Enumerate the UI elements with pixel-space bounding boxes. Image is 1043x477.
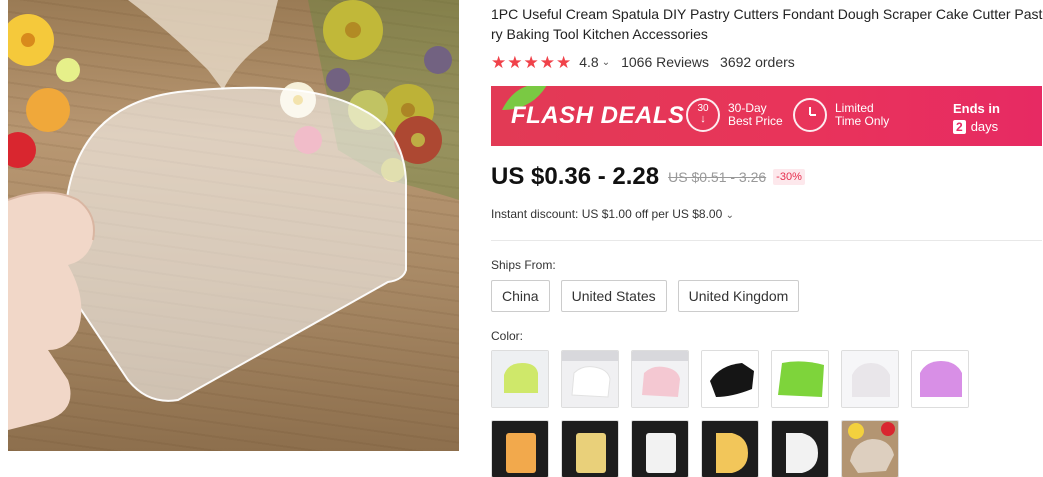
clear-white-scraper-icon: [842, 351, 898, 407]
clock-icon: [793, 98, 827, 132]
orders-count: 3692 orders: [720, 54, 795, 70]
feature1-line2: Best Price: [728, 114, 783, 128]
feature2-line2: Time Only: [835, 114, 890, 128]
color-swatch[interactable]: [841, 350, 899, 408]
star-icon: ★: [507, 52, 523, 72]
star-icon: ★: [491, 52, 507, 72]
star-icon: ★: [539, 52, 555, 72]
green-scraper-icon: [772, 351, 828, 407]
star-icon: ★: [556, 52, 572, 72]
ends-in-label: Ends in: [953, 101, 1000, 116]
clear-scraper-photo-icon: [842, 421, 898, 477]
star-rating: ★ ★ ★ ★ ★: [491, 54, 571, 71]
white-rect-scraper-icon: [632, 421, 688, 477]
white-round-scraper-icon: [772, 421, 828, 477]
purple-scraper-icon: [912, 351, 968, 407]
reviews-link[interactable]: 1066 Reviews: [621, 54, 709, 70]
pink-scraper-icon: [632, 351, 688, 407]
days-number-badge: 2: [953, 119, 966, 134]
chevron-down-icon[interactable]: ⌄: [726, 210, 734, 221]
ship-option-united-kingdom[interactable]: United Kingdom: [677, 280, 800, 312]
chevron-down-icon[interactable]: ⌄: [602, 57, 610, 68]
star-icon: ★: [523, 52, 539, 72]
price-row: US $0.36 - 2.28 US $0.51 - 3.26 -30%: [491, 163, 805, 191]
color-swatch[interactable]: [491, 350, 549, 408]
deal-countdown: Ends in 2 days: [953, 101, 1000, 134]
limited-time-feature: Limited Time Only: [793, 98, 889, 132]
best-price-feature: 30 ↓ 30-Day Best Price: [686, 98, 783, 132]
color-swatches-row-1: [491, 350, 1043, 408]
black-scraper-icon: [702, 351, 758, 407]
lime-scraper-icon: [492, 351, 548, 407]
color-label: Color:: [491, 329, 524, 343]
color-swatch[interactable]: [561, 350, 619, 408]
color-swatch[interactable]: [771, 350, 829, 408]
yellow-round-scraper-icon: [702, 421, 758, 477]
color-swatch[interactable]: [491, 420, 549, 477]
white-scraper-icon: [562, 351, 618, 407]
color-swatch[interactable]: [911, 350, 969, 408]
color-swatch[interactable]: [561, 420, 619, 477]
product-title: 1PC Useful Cream Spatula DIY Pastry Cutt…: [491, 6, 1043, 42]
instant-discount-text: Instant discount: US $1.00 off per US $8…: [491, 207, 723, 221]
color-swatch[interactable]: [701, 350, 759, 408]
rating-row: ★ ★ ★ ★ ★ 4.8 ⌄ 1066 Reviews 3692 orders: [491, 53, 795, 71]
ship-option-china[interactable]: China: [491, 280, 550, 312]
divider: [491, 240, 1042, 241]
days-label: days: [970, 119, 999, 134]
ship-option-united-states[interactable]: United States: [560, 280, 667, 312]
arrow-down-icon: ↓: [700, 113, 706, 125]
product-image[interactable]: [8, 0, 459, 451]
color-swatch[interactable]: [841, 420, 899, 477]
discount-badge: -30%: [773, 169, 805, 185]
flash-deals-title: FLASH DEALS: [511, 102, 685, 129]
color-swatch[interactable]: [631, 350, 689, 408]
color-swatch[interactable]: [771, 420, 829, 477]
color-swatch[interactable]: [631, 420, 689, 477]
current-price: US $0.36 - 2.28: [491, 163, 660, 190]
color-swatches-row-2: [491, 420, 1043, 477]
flash-deals-banner: FLASH DEALS 30 ↓ 30-Day Best Price Limit…: [491, 86, 1042, 146]
calendar-30-icon: 30 ↓: [686, 98, 720, 132]
instant-discount[interactable]: Instant discount: US $1.00 off per US $8…: [491, 207, 734, 221]
ships-from-options: China United States United Kingdom: [491, 280, 800, 312]
ships-from-label: Ships From:: [491, 258, 556, 272]
color-swatch[interactable]: [701, 420, 759, 477]
original-price: US $0.51 - 3.26: [668, 169, 767, 185]
rating-score[interactable]: 4.8: [579, 54, 598, 70]
yellow-scraper-icon: [562, 421, 618, 477]
orange-scraper-icon: [492, 421, 548, 477]
